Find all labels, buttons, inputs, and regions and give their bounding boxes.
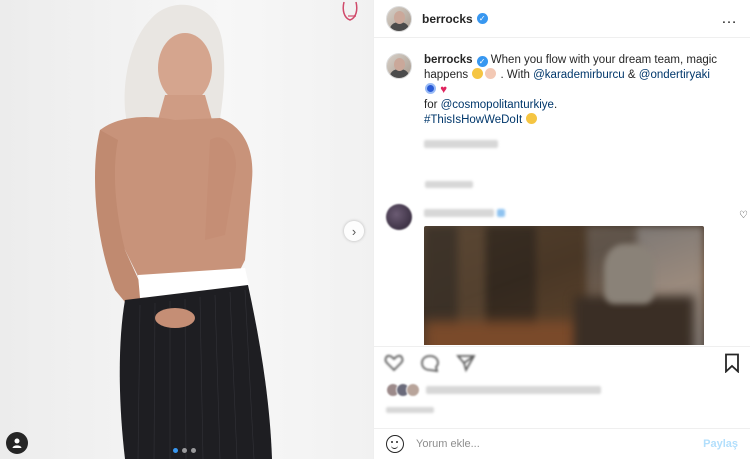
emoji-icon xyxy=(526,113,538,124)
caption-text: berrocks ✓ When you flow with your dream … xyxy=(424,53,724,153)
liker-avatar xyxy=(406,383,420,397)
avatar[interactable] xyxy=(386,53,412,79)
comment-icon[interactable] xyxy=(420,353,440,373)
gif-frame xyxy=(424,321,584,345)
likes-summary[interactable] xyxy=(386,383,601,397)
next-arrow-icon[interactable]: › xyxy=(344,221,364,241)
comment-item: ♡ xyxy=(386,204,750,345)
post-comment-button[interactable]: Paylaş xyxy=(703,438,738,450)
mention-link[interactable]: @karademirburcu xyxy=(533,69,625,81)
redacted-text xyxy=(424,140,498,148)
share-icon[interactable] xyxy=(456,353,476,373)
mention-link[interactable]: @cosmopolitanturkiye xyxy=(441,99,554,111)
gif-frame xyxy=(604,244,654,304)
carousel-dot-active xyxy=(173,448,178,453)
comment-input[interactable] xyxy=(416,438,704,450)
add-comment-bar: Paylaş xyxy=(374,428,750,459)
caption-username[interactable]: berrocks xyxy=(424,54,473,66)
post-header: berrocks ✓ … xyxy=(374,0,750,38)
bookmark-icon[interactable] xyxy=(724,353,740,373)
post-date xyxy=(386,402,434,416)
redacted-text xyxy=(424,209,494,217)
post-details-panel: berrocks ✓ … berrocks ✓ When you flow wit… xyxy=(373,0,750,459)
emoji-icon xyxy=(472,68,484,79)
comment-body xyxy=(424,204,704,345)
carousel-dot xyxy=(182,448,187,453)
caption-timestamp xyxy=(424,138,724,153)
more-options-icon[interactable]: … xyxy=(721,10,738,28)
post-actions xyxy=(374,346,750,378)
post-photo xyxy=(95,4,272,459)
carousel-indicator xyxy=(173,448,196,453)
comment-like-heart-icon[interactable]: ♡ xyxy=(739,210,748,221)
caption-text-part: & xyxy=(627,69,636,81)
verified-badge-icon: ✓ xyxy=(476,13,488,24)
verified-badge-icon: ✓ xyxy=(476,56,488,67)
carousel-dot xyxy=(191,448,196,453)
post-username[interactable]: berrocks xyxy=(422,12,473,26)
redacted-text xyxy=(386,407,434,413)
caption-text-part: for xyxy=(424,99,438,111)
heart-icon[interactable] xyxy=(384,353,404,373)
comment-gif[interactable] xyxy=(424,226,704,345)
emoji-icon[interactable] xyxy=(386,435,404,453)
caption-text-part: . With xyxy=(500,69,530,81)
mention-link[interactable]: @ondertiryaki xyxy=(639,69,710,81)
post-media[interactable]: › xyxy=(0,0,373,459)
commenter-avatar[interactable] xyxy=(386,204,412,230)
avatar[interactable] xyxy=(386,5,412,32)
view-replies[interactable] xyxy=(425,177,750,191)
commenter-name[interactable] xyxy=(424,206,704,220)
brand-logo xyxy=(342,1,358,21)
hashtag-link[interactable]: #ThisIsHowWeDoIt xyxy=(424,114,522,126)
tagged-user-icon[interactable] xyxy=(6,432,28,454)
caption-text-part: . xyxy=(553,99,558,111)
person-icon xyxy=(12,438,22,448)
redacted-badge xyxy=(497,209,506,217)
redacted-text xyxy=(426,386,601,394)
emoji-icon xyxy=(485,68,497,79)
heart-emoji-icon: ♥ xyxy=(440,84,448,96)
comments-scroll-area[interactable]: berrocks ✓ When you flow with your dream … xyxy=(374,39,750,345)
caption: berrocks ✓ When you flow with your dream … xyxy=(374,39,750,153)
nazar-emoji-icon xyxy=(425,83,436,94)
redacted-text xyxy=(425,181,473,188)
